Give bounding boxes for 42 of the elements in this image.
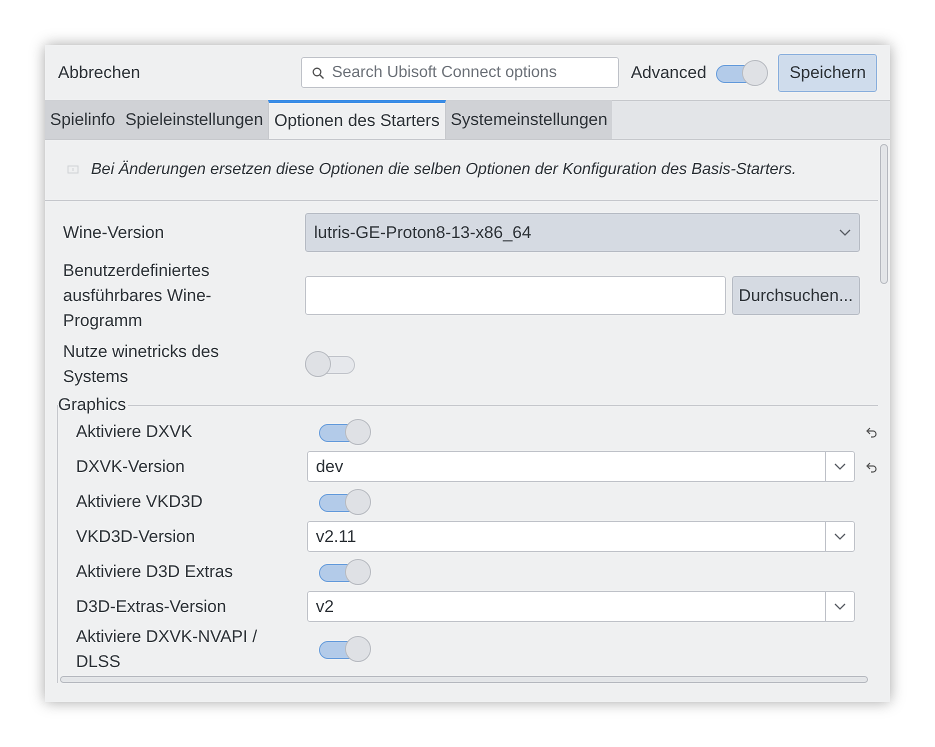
browse-button[interactable]: Durchsuchen...	[732, 276, 860, 315]
chevron-down-icon	[834, 462, 846, 470]
search-icon	[312, 66, 324, 78]
dropdown[interactable]: dev	[306, 451, 855, 482]
setting-label: VKD3D-Version	[76, 526, 196, 548]
info-icon	[67, 164, 79, 176]
chevron-down-icon	[834, 532, 846, 540]
toggle-switch[interactable]	[319, 488, 371, 514]
dropdown[interactable]: v2	[306, 591, 855, 622]
setting-label: Aktiviere DXVK-NVAPI / DLSS	[76, 626, 258, 673]
toggle-switch[interactable]	[319, 418, 371, 444]
dropdown[interactable]: lutris-GE-Proton8-13-x86_64	[305, 213, 860, 252]
setting-label: Aktiviere DXVK	[76, 421, 194, 443]
tab[interactable]: Spielinfo	[45, 100, 120, 139]
setting-label: DXVK-Version	[76, 456, 186, 478]
toggle-switch[interactable]	[319, 558, 371, 584]
tab[interactable]: Optionen des Starters	[268, 100, 446, 139]
chevron-down-icon	[834, 602, 846, 610]
setting-label: Aktiviere VKD3D	[76, 491, 204, 513]
dropdown[interactable]: v2.11	[306, 521, 855, 552]
toggle-switch[interactable]	[305, 351, 357, 377]
setting-label: Nutze winetricks des Systems	[63, 341, 220, 388]
undo-icon[interactable]	[866, 426, 878, 438]
notice-text: Bei Änderungen ersetzen diese Optionen die selben Optionen der Konfiguration des Basis-Starters.	[91, 160, 796, 180]
cancel-button[interactable]: Abbrechen	[58, 60, 140, 86]
undo-icon[interactable]	[866, 460, 878, 472]
vertical-scrollbar[interactable]	[880, 144, 888, 284]
path-input-field[interactable]	[305, 276, 726, 315]
toggle-switch[interactable]	[716, 60, 768, 86]
advanced-label: Advanced	[630, 62, 706, 84]
tab[interactable]: Systemeinstellungen	[446, 100, 612, 139]
chevron-down-icon	[839, 228, 851, 236]
toggle-switch[interactable]	[319, 636, 371, 662]
setting-label: Benutzerdefiniertes ausführbares Wine-Programm	[63, 260, 212, 332]
horizontal-scrollbar[interactable]	[60, 676, 868, 683]
setting-label: D3D-Extras-Version	[76, 596, 228, 618]
tab[interactable]: Spieleinstellungen	[120, 100, 268, 139]
setting-label: Aktiviere D3D Extras	[76, 561, 234, 583]
group-title: Graphics	[58, 395, 128, 415]
save-button[interactable]: Speichern	[778, 54, 877, 92]
setting-label: Wine-Version	[63, 222, 166, 244]
search-field[interactable]: Search Ubisoft Connect options	[300, 57, 619, 88]
